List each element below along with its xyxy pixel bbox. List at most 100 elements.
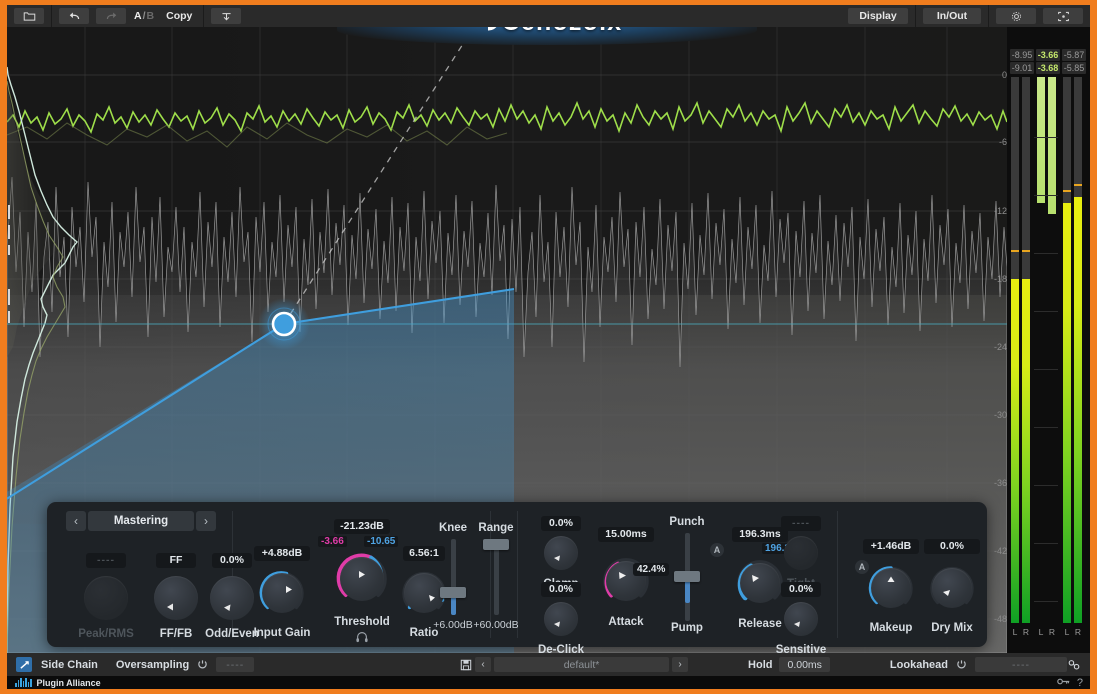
resize-icon (1057, 10, 1070, 23)
preset-name-display[interactable]: Mastering (88, 511, 194, 531)
power-icon (197, 659, 208, 670)
sidechain-glyph-icon (19, 660, 30, 670)
open-preset-folder-button[interactable] (14, 8, 44, 24)
lookahead-power-button[interactable] (954, 658, 968, 672)
in-out-button[interactable]: In/Out (923, 8, 981, 24)
status-preset-prev-button[interactable]: ‹ (475, 657, 491, 672)
meter-readouts: -8.95 -3.66 -5.87 -9.01 -3.68 -5.85 (1010, 49, 1088, 75)
meter-group-output: L R (1062, 77, 1084, 637)
preset-next-button[interactable]: › (196, 511, 216, 531)
settings-button[interactable] (996, 8, 1036, 24)
footer-bar: Plugin Alliance ? (7, 676, 1090, 689)
link-icon (1067, 659, 1081, 671)
tight-value[interactable]: ---- (781, 516, 821, 531)
peak-rms-value[interactable]: ---- (86, 553, 126, 568)
clamp-pointer-icon (544, 536, 578, 570)
svg-text:-6: -6 (999, 137, 1007, 147)
meter-label-gr-r: R (1048, 627, 1056, 637)
ff-fb-label: FF/FB (145, 628, 207, 640)
toolbar-divider-2 (203, 5, 204, 27)
footer-icons: ? (1057, 677, 1083, 689)
meter-label-gr-l: L (1037, 627, 1045, 637)
key-icon[interactable] (1057, 677, 1071, 689)
power-icon-2 (956, 659, 967, 670)
input-gain-knob[interactable] (262, 573, 302, 613)
dry-mix-knob[interactable] (932, 568, 972, 608)
sensitive-value[interactable]: 0.0% (781, 582, 821, 597)
makeup-pointer-icon (871, 568, 911, 608)
oversampling-value[interactable]: ---- (216, 657, 254, 672)
undo-button[interactable] (59, 8, 89, 24)
help-icon[interactable]: ? (1077, 677, 1083, 689)
meter-value-input-peak: -8.95 (1010, 49, 1034, 61)
status-preset-next-button[interactable]: › (672, 657, 688, 672)
toolbar-divider-3 (915, 5, 916, 27)
threshold-knob[interactable] (340, 557, 384, 601)
range-slider: Range +60.00dB (465, 522, 527, 632)
ab-state-a: A (134, 10, 142, 22)
clamp-value[interactable]: 0.0% (541, 516, 581, 531)
resize-button[interactable] (1043, 8, 1083, 24)
sidechain-label[interactable]: Side Chain (41, 659, 98, 671)
makeup-knob[interactable] (871, 568, 911, 608)
meter-value-output-rms: -5.85 (1062, 62, 1086, 74)
declick-value[interactable]: 0.0% (541, 582, 581, 597)
tight-knob[interactable] (784, 536, 818, 570)
plugin-window: A / B Copy Display In/Out (7, 5, 1090, 689)
threshold-pointer-icon (340, 557, 384, 601)
link-button[interactable] (1067, 659, 1081, 671)
control-panel: ‹ Mastering › ---- Peak/RMS FF FF/FB (47, 502, 987, 647)
meter-peak-row-2: -9.01 -3.68 -5.85 (1010, 62, 1088, 75)
ff-fb-pointer-icon (154, 576, 198, 620)
sidechain-icon[interactable] (16, 657, 32, 672)
toolbar-divider-4 (988, 5, 989, 27)
save-preset-status-button[interactable] (460, 659, 472, 671)
release-auto-badge[interactable]: A (710, 543, 724, 557)
save-preset-button[interactable] (211, 8, 241, 24)
meter-section: -8.95 -3.66 -5.87 -9.01 -3.68 -5.85 (1007, 27, 1090, 653)
clamp-knob[interactable] (544, 536, 578, 570)
lookahead-value[interactable]: ---- (975, 657, 1067, 672)
redo-arrow-icon (105, 10, 118, 23)
ab-compare-button[interactable]: A / B (130, 8, 158, 24)
copy-button[interactable]: Copy (162, 8, 196, 24)
range-value[interactable]: +60.00dB (465, 619, 527, 631)
declick-knob[interactable] (544, 602, 578, 636)
meter-value-gr-peak: -3.66 (1036, 49, 1060, 61)
preset-prev-button[interactable]: ‹ (66, 511, 86, 531)
meter-group-input: L R (1010, 77, 1032, 637)
key-glyph-icon (1057, 677, 1071, 686)
peak-rms-knob[interactable] (84, 576, 128, 620)
makeup-value[interactable]: +1.46dB (863, 539, 919, 554)
redo-button[interactable] (96, 8, 126, 24)
ff-fb-value[interactable]: FF (156, 553, 196, 568)
preset-selector: ‹ Mastering › (66, 511, 216, 531)
gear-icon (1010, 10, 1023, 23)
meter-value-input-rms: -9.01 (1010, 62, 1034, 74)
plugin-alliance-logo-icon (15, 678, 32, 687)
knee-slider-handle[interactable] (440, 587, 466, 598)
sensitive-control: 0.0% Sensitive (770, 579, 832, 656)
range-slider-handle[interactable] (483, 539, 509, 550)
punch-pump-handle[interactable] (674, 571, 700, 582)
attack-value[interactable]: 15.00ms (598, 527, 654, 542)
punch-pump-value[interactable]: 42.4% (633, 563, 669, 576)
oversampling-power-button[interactable] (195, 658, 209, 672)
svg-text:-18: -18 (994, 274, 1007, 284)
sensitive-knob[interactable] (784, 602, 818, 636)
status-preset-name[interactable]: default* (494, 657, 669, 672)
status-bar: Side Chain Oversampling ---- ‹ default* … (7, 653, 1090, 676)
threshold-value[interactable]: -21.23dB (334, 519, 390, 534)
headphone-icon[interactable] (355, 630, 369, 644)
meter-label-input-r: R (1022, 627, 1030, 637)
hold-value[interactable]: 0.00ms (779, 657, 829, 672)
meter-peak-row-1: -8.95 -3.66 -5.87 (1010, 49, 1088, 62)
display-button[interactable]: Display (848, 8, 908, 24)
dry-mix-value[interactable]: 0.0% (924, 539, 980, 554)
hold-label: Hold (748, 659, 772, 671)
meter-label-output-l: L (1063, 627, 1071, 637)
ff-fb-knob[interactable] (154, 576, 198, 620)
save-disk-icon (460, 659, 472, 671)
svg-text:-30: -30 (994, 410, 1007, 420)
svg-text:-48: -48 (994, 614, 1007, 624)
